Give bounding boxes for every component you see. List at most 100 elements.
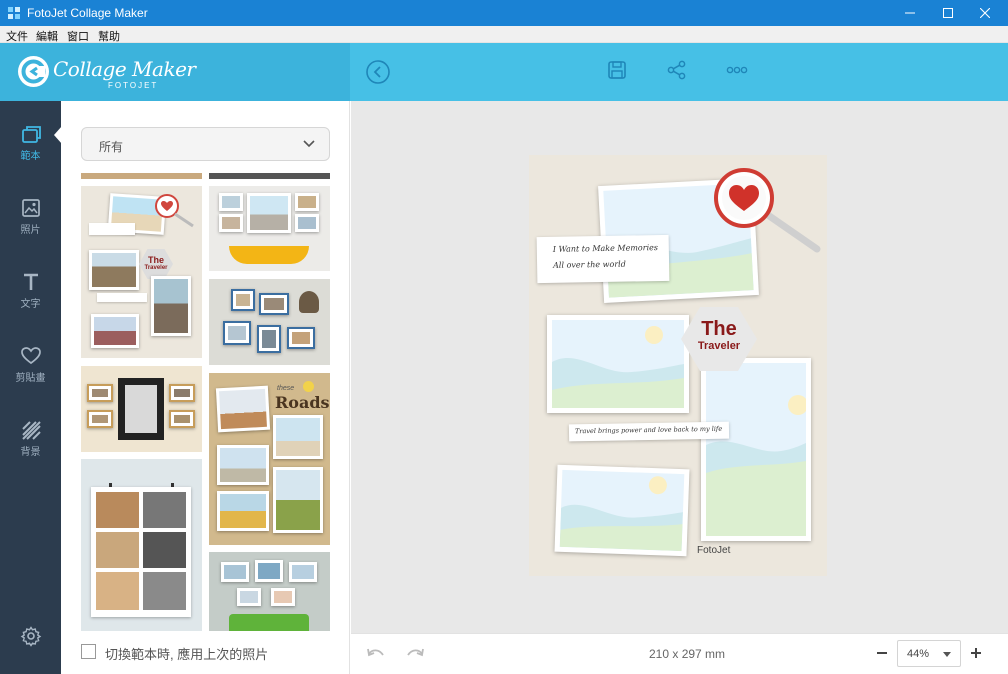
magnifier-heart-icon bbox=[155, 194, 194, 228]
logo-subtitle: FOTOJET bbox=[108, 81, 159, 90]
nav-text-label: 文字 bbox=[20, 299, 41, 310]
thumb-roads-title: Roads bbox=[275, 393, 330, 412]
title-bar: FotoJet Collage Maker bbox=[0, 0, 1008, 26]
save-icon bbox=[608, 61, 626, 79]
thumb-traveler-badge: The Traveler bbox=[139, 249, 173, 279]
share-button[interactable] bbox=[666, 59, 688, 81]
undo-icon bbox=[367, 648, 384, 657]
nav-photos[interactable]: 照片 bbox=[0, 191, 61, 241]
thumb-caption bbox=[97, 293, 147, 302]
heart-icon bbox=[21, 347, 41, 365]
app-header-brand: Collage Maker FOTOJET bbox=[0, 43, 350, 101]
save-button[interactable] bbox=[606, 59, 628, 81]
template-thumb-sofa[interactable] bbox=[209, 552, 330, 631]
menu-bar: 文件 編輯 窗口 幫助 bbox=[0, 26, 1008, 43]
thumb-sofa-shape bbox=[229, 614, 309, 631]
app-icon bbox=[8, 7, 20, 19]
template-thumb-roads[interactable]: these Roads bbox=[209, 373, 330, 545]
nav-background[interactable]: 背景 bbox=[0, 413, 61, 463]
status-bar: 210 x 297 mm 44% bbox=[351, 633, 1008, 674]
template-thumb-boat[interactable] bbox=[209, 186, 330, 271]
close-button[interactable] bbox=[962, 0, 1008, 26]
menu-help[interactable]: 幫助 bbox=[98, 28, 120, 44]
thumb-traveler-title: The bbox=[147, 255, 164, 265]
redo-icon bbox=[407, 648, 424, 657]
photo-icon bbox=[22, 199, 40, 217]
zoom-select[interactable]: 44% bbox=[897, 640, 961, 667]
text-icon bbox=[24, 273, 38, 290]
category-value: 所有 bbox=[99, 140, 124, 154]
back-button[interactable] bbox=[365, 59, 391, 85]
more-button[interactable] bbox=[725, 62, 749, 78]
minimize-icon bbox=[905, 12, 915, 14]
template-thumb-wood-frames[interactable] bbox=[209, 279, 330, 365]
back-circle-icon bbox=[366, 60, 390, 84]
zoom-out-button[interactable] bbox=[875, 646, 889, 660]
template-panel: 所有 The Traveler these Roads 切換範本時, 應用上次的… bbox=[61, 101, 350, 674]
thumb-gramophone bbox=[299, 291, 319, 313]
menu-window[interactable]: 窗口 bbox=[67, 28, 89, 44]
canvas-dimensions: 210 x 297 mm bbox=[649, 647, 726, 661]
thumb-traveler-sub: Traveler bbox=[144, 265, 168, 271]
canvas-area: I Want to Make Memories All over the wor… bbox=[351, 101, 1008, 633]
template-grid: The Traveler these Roads bbox=[81, 173, 330, 631]
collage-canvas[interactable]: I Want to Make Memories All over the wor… bbox=[529, 155, 827, 576]
plus-icon bbox=[971, 648, 981, 658]
smiley-icon bbox=[303, 381, 314, 392]
thumb-dogs-poster bbox=[91, 487, 191, 617]
caption-text: Travel brings power and love back to my … bbox=[574, 424, 723, 436]
maximize-icon bbox=[943, 8, 953, 18]
template-thumb-dogs[interactable] bbox=[81, 459, 202, 631]
category-dropdown[interactable]: 所有 bbox=[81, 127, 330, 161]
photo-placeholder-2 bbox=[552, 320, 684, 408]
photo-placeholder-4 bbox=[559, 469, 685, 552]
zoom-in-button[interactable] bbox=[969, 646, 983, 660]
reuse-photos-label: 切換範本時, 應用上次的照片 bbox=[105, 647, 269, 662]
menu-file[interactable]: 文件 bbox=[6, 28, 28, 44]
chevron-down-icon bbox=[303, 140, 315, 148]
template-icon bbox=[22, 126, 41, 143]
nav-photos-label: 照片 bbox=[20, 225, 41, 236]
nav-text[interactable]: 文字 bbox=[0, 265, 61, 315]
left-nav: 範本 照片 文字 剪貼畫 背景 bbox=[0, 101, 61, 674]
logo-title: Collage Maker bbox=[53, 57, 196, 81]
thumb-black-frame bbox=[118, 378, 164, 440]
nav-clipart[interactable]: 剪貼畫 bbox=[0, 339, 61, 389]
brand-text: FotoJet bbox=[697, 545, 731, 556]
redo-button[interactable] bbox=[405, 646, 425, 662]
photo-placeholder-3 bbox=[706, 363, 806, 536]
toolbar bbox=[350, 43, 1008, 101]
note-line-1: I Want to Make Memories bbox=[552, 243, 659, 254]
note-card[interactable]: I Want to Make Memories All over the wor… bbox=[536, 234, 670, 284]
more-icon bbox=[726, 66, 748, 74]
undo-button[interactable] bbox=[366, 646, 386, 662]
settings-button[interactable] bbox=[20, 625, 42, 647]
nav-clipart-label: 剪貼畫 bbox=[15, 373, 46, 384]
photo-slot-3[interactable] bbox=[701, 358, 811, 541]
background-icon bbox=[22, 421, 41, 440]
caption-card[interactable]: Travel brings power and love back to my … bbox=[568, 421, 730, 442]
share-icon bbox=[667, 60, 686, 80]
menu-edit[interactable]: 編輯 bbox=[36, 28, 58, 44]
thumb-note bbox=[89, 223, 135, 235]
template-thumb-traveler[interactable]: The Traveler bbox=[81, 186, 202, 358]
minus-icon bbox=[877, 652, 887, 654]
reuse-photos-checkbox[interactable] bbox=[81, 644, 96, 659]
thumb-boat-shape bbox=[229, 246, 309, 264]
template-thumb-partial-2[interactable] bbox=[209, 173, 330, 179]
nav-background-label: 背景 bbox=[20, 447, 41, 458]
gear-icon bbox=[20, 626, 42, 647]
nav-templates[interactable]: 範本 bbox=[0, 117, 61, 167]
template-thumb-dog-frames[interactable] bbox=[81, 366, 202, 452]
nav-templates-label: 範本 bbox=[20, 151, 41, 162]
canvas-title: The bbox=[701, 318, 737, 340]
photo-slot-4[interactable] bbox=[554, 464, 690, 557]
zoom-value: 44% bbox=[907, 648, 930, 660]
thumb-roads-small: these bbox=[277, 385, 295, 392]
logo-icon bbox=[18, 56, 49, 87]
magnifier-heart-icon bbox=[714, 168, 821, 253]
template-thumb-partial-1[interactable] bbox=[81, 173, 202, 179]
note-line-2: All over the world bbox=[553, 259, 626, 270]
photo-slot-2[interactable] bbox=[547, 315, 689, 413]
canvas-subtitle: Traveler bbox=[697, 340, 741, 352]
